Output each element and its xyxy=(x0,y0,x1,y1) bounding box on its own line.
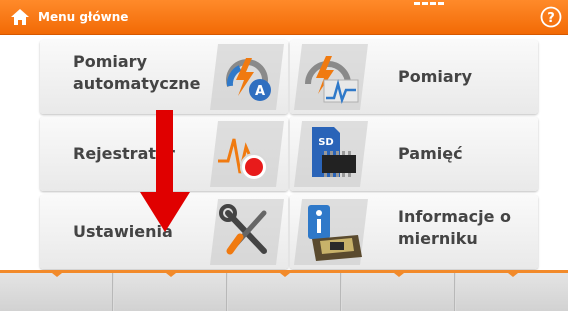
tile-label: Pomiary xyxy=(398,67,472,86)
top-bar: Menu główne ? xyxy=(0,0,568,35)
svg-text:SD: SD xyxy=(318,137,334,148)
svg-text:?: ? xyxy=(547,11,555,26)
tile-meter-info[interactable]: Informacje o mierniku xyxy=(290,195,538,269)
bottom-toolbar xyxy=(0,270,568,311)
red-arrow-annotation xyxy=(140,110,190,232)
notch-icon xyxy=(394,273,404,277)
notch-icon xyxy=(280,273,290,277)
notch-icon xyxy=(166,273,176,277)
memory-card-icon: SD xyxy=(294,121,368,187)
help-icon[interactable]: ? xyxy=(540,6,562,28)
page-title: Menu główne xyxy=(38,10,129,24)
tile-measurements[interactable]: Pomiary xyxy=(290,40,538,114)
meter-info-icon xyxy=(294,199,368,265)
auto-measurement-icon: A xyxy=(210,44,284,110)
svg-text:A: A xyxy=(255,84,265,99)
bottom-button-3[interactable] xyxy=(228,273,341,311)
status-dots-icon xyxy=(414,2,444,5)
recorder-icon xyxy=(210,121,284,187)
tile-label: Pomiary automatyczne xyxy=(73,52,201,93)
bottom-button-1[interactable] xyxy=(0,273,113,311)
notch-icon xyxy=(52,273,62,277)
notch-icon xyxy=(508,273,518,277)
tile-memory[interactable]: SD Pamięć xyxy=(290,117,538,191)
bottom-button-2[interactable] xyxy=(114,273,227,311)
measurement-icon xyxy=(294,44,368,110)
tile-label: Pamięć xyxy=(398,144,463,163)
tile-automatic-measurements[interactable]: Pomiary automatyczne A xyxy=(40,40,288,114)
settings-tools-icon xyxy=(210,199,284,265)
bottom-button-4[interactable] xyxy=(342,273,455,311)
home-icon[interactable] xyxy=(10,8,30,26)
bottom-button-5[interactable] xyxy=(456,273,568,311)
tile-label: Informacje o mierniku xyxy=(398,207,512,248)
